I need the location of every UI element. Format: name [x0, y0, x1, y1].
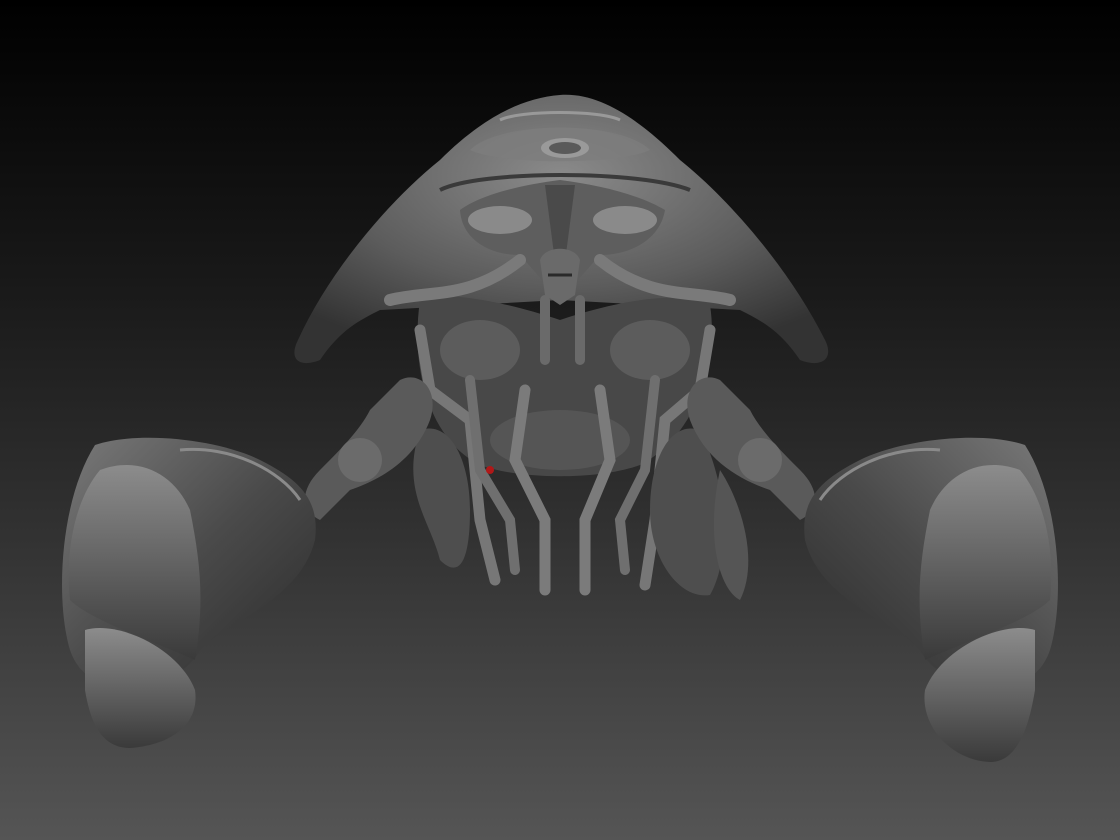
- left-claw: [62, 437, 316, 748]
- left-arm: [305, 377, 433, 520]
- sculpt-viewport[interactable]: [0, 0, 1120, 840]
- crab-creature-sculpt: [62, 94, 1058, 762]
- right-claw: [804, 437, 1058, 762]
- red-marker-dot: [486, 466, 494, 474]
